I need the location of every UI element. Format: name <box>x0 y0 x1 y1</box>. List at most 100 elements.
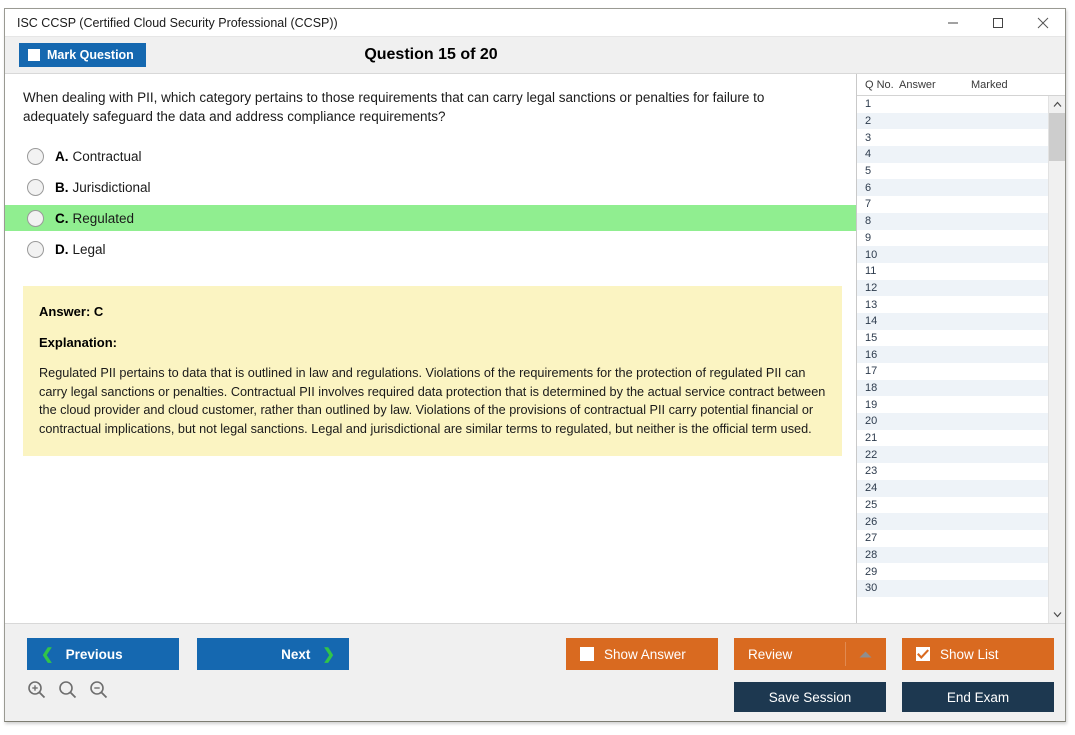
question-list-cell-qno: 3 <box>865 131 872 144</box>
question-list-row[interactable]: 27 <box>857 530 1048 547</box>
question-list-rows[interactable]: 1 2 3 4 5 6 7 8 9 10 11 12 13 14 15 16 17 18 19 20 21 22 23 24 2… <box>857 96 1048 623</box>
radio-icon-c[interactable] <box>27 209 44 227</box>
option-text-c: Regulated <box>72 210 135 226</box>
option-row-a[interactable]: A. Contractual <box>5 143 856 169</box>
answer-label: Answer: C <box>39 304 104 320</box>
show-answer-checkbox-icon[interactable] <box>580 647 594 661</box>
question-list-cell-qno: 2 <box>865 115 872 128</box>
question-list-row[interactable]: 9 <box>857 230 1048 247</box>
option-row-d[interactable]: D. Legal <box>5 236 856 262</box>
question-list-row[interactable]: 17 <box>857 363 1048 380</box>
mark-question-checkbox-icon[interactable] <box>28 49 40 61</box>
question-list-row[interactable]: 26 <box>857 513 1048 530</box>
next-label: Next <box>281 646 311 662</box>
radio-icon-d[interactable] <box>27 240 44 258</box>
question-list-row[interactable]: 13 <box>857 296 1048 313</box>
question-list-cell-qno: 10 <box>865 248 878 261</box>
question-list-row[interactable]: 18 <box>857 379 1048 397</box>
question-list-row[interactable]: 29 <box>857 563 1048 580</box>
question-list-row[interactable]: 16 <box>857 346 1048 363</box>
save-session-button[interactable]: Save Session <box>734 682 886 712</box>
scrollbar-thumb[interactable] <box>1049 113 1065 161</box>
question-list-row[interactable]: 28 <box>857 546 1048 564</box>
maximize-icon[interactable] <box>975 9 1020 36</box>
option-letter-a: A. <box>55 148 69 164</box>
option-letter-d: D. <box>55 241 69 257</box>
chevron-right-icon: ❯ <box>322 646 335 663</box>
scrollbar-track[interactable] <box>1049 113 1065 606</box>
question-pane: When dealing with PII, which category pe… <box>5 74 856 623</box>
option-row-b[interactable]: B. Jurisdictional <box>5 174 856 200</box>
question-list-row[interactable]: 23 <box>857 463 1048 480</box>
body-area: When dealing with PII, which category pe… <box>5 73 1065 623</box>
question-text: When dealing with PII, which category pe… <box>23 90 765 125</box>
zoom-tools <box>27 680 108 699</box>
question-list-row[interactable]: 30 <box>857 579 1048 597</box>
next-button[interactable]: Next ❯ <box>197 638 349 670</box>
column-header-marked: Marked <box>971 78 1008 91</box>
chevron-up-icon[interactable] <box>859 647 872 662</box>
option-text-d: Legal <box>72 241 106 257</box>
question-list-row[interactable]: 19 <box>857 396 1048 413</box>
end-exam-button[interactable]: End Exam <box>902 682 1054 712</box>
question-list-row[interactable]: 1 <box>857 96 1048 113</box>
question-list-cell-qno: 14 <box>865 315 878 328</box>
question-list-pane: Q No. Answer Marked 1 2 3 4 5 6 7 8 9 10 11 12 13 14 1… <box>856 74 1065 623</box>
previous-button[interactable]: ❮ Previous <box>27 638 179 670</box>
question-list-row[interactable]: 20 <box>857 413 1048 430</box>
question-list-header: Q No. Answer Marked <box>857 74 1065 96</box>
question-list-cell-qno: 24 <box>865 482 878 495</box>
question-list-cell-qno: 22 <box>865 448 878 461</box>
zoom-reset-icon[interactable] <box>58 680 77 699</box>
review-dropdown[interactable]: Review <box>734 638 886 670</box>
question-list-row[interactable]: 2 <box>857 112 1048 130</box>
question-list-row[interactable]: 6 <box>857 179 1048 197</box>
question-list-cell-qno: 13 <box>865 298 878 311</box>
question-list-row[interactable]: 8 <box>857 212 1048 230</box>
question-list-row[interactable]: 15 <box>857 330 1048 347</box>
question-list-row[interactable]: 21 <box>857 430 1048 447</box>
question-list-cell-qno: 18 <box>865 382 878 395</box>
question-list-cell-qno: 30 <box>865 582 878 595</box>
show-list-checkbox-icon[interactable] <box>916 647 930 661</box>
option-letter-b: B. <box>55 179 69 195</box>
minimize-icon[interactable] <box>930 9 975 36</box>
show-list-button[interactable]: Show List <box>902 638 1054 670</box>
scroll-down-arrow-icon[interactable] <box>1049 606 1065 623</box>
question-list-row[interactable]: 24 <box>857 479 1048 497</box>
question-list-cell-qno: 27 <box>865 532 878 545</box>
previous-label: Previous <box>65 646 123 662</box>
question-list-cell-qno: 8 <box>865 215 872 228</box>
option-row-c[interactable]: C. Regulated <box>5 205 856 232</box>
question-list-row[interactable]: 4 <box>857 146 1048 163</box>
question-list-row[interactable]: 7 <box>857 196 1048 213</box>
show-list-label: Show List <box>940 646 999 662</box>
question-list-cell-qno: 4 <box>865 148 872 161</box>
question-list-row[interactable]: 25 <box>857 497 1048 514</box>
question-list-cell-qno: 21 <box>865 432 878 445</box>
radio-icon-a[interactable] <box>27 147 44 165</box>
close-icon[interactable] <box>1020 9 1065 36</box>
scroll-up-arrow-icon[interactable] <box>1049 96 1065 113</box>
question-list-scrollbar[interactable] <box>1048 96 1065 623</box>
option-text-b: Jurisdictional <box>72 179 151 195</box>
question-list-cell-qno: 20 <box>865 415 878 428</box>
question-list-row[interactable]: 10 <box>857 246 1048 263</box>
radio-icon-b[interactable] <box>27 178 44 196</box>
question-list-cell-qno: 9 <box>865 231 872 244</box>
question-list-row[interactable]: 5 <box>857 163 1048 180</box>
header-bar: Mark Question Question 15 of 20 <box>5 37 1065 73</box>
show-answer-button[interactable]: Show Answer <box>566 638 718 670</box>
question-list-cell-qno: 6 <box>865 181 872 194</box>
question-list-row[interactable]: 12 <box>857 279 1048 297</box>
zoom-in-icon[interactable] <box>27 680 46 699</box>
question-list-row[interactable]: 3 <box>857 129 1048 146</box>
question-list-row[interactable]: 14 <box>857 312 1048 330</box>
save-session-label: Save Session <box>768 689 852 705</box>
question-list-row[interactable]: 11 <box>857 263 1048 280</box>
question-list-row[interactable]: 22 <box>857 446 1048 464</box>
review-label: Review <box>748 646 793 662</box>
zoom-out-icon[interactable] <box>89 680 108 699</box>
mark-question-button[interactable]: Mark Question <box>19 43 146 67</box>
show-answer-label: Show Answer <box>604 646 686 662</box>
